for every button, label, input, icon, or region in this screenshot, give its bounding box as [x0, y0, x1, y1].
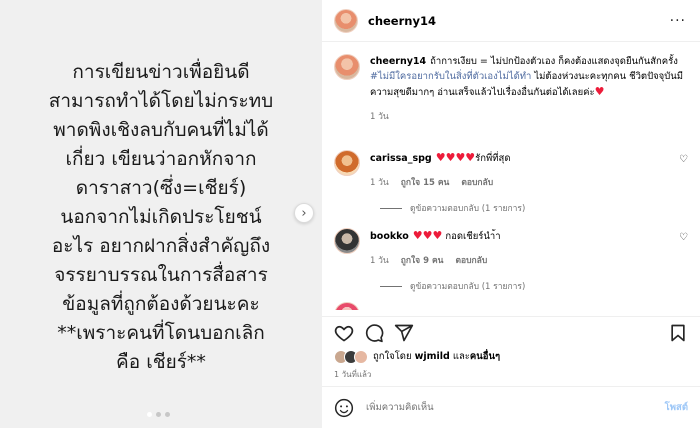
heart-outline-icon[interactable]: ♡: [679, 154, 688, 165]
post-panel: cheerny14 ··· cheerny14 ถ้าการเงียบ = ไม่…: [322, 0, 700, 428]
comments-list[interactable]: cheerny14 ถ้าการเงียบ = ไม่ปกป้องตัวเอง ก…: [322, 42, 700, 310]
heart-outline-icon[interactable]: ♡: [679, 232, 688, 243]
share-icon[interactable]: [394, 323, 414, 343]
heart-icon[interactable]: [334, 323, 354, 343]
next-slide-button[interactable]: ›: [294, 203, 314, 223]
caption-text: ถ้าการเงียบ = ไม่ปกป้องตัวเอง ก็คงต้องแส…: [430, 56, 678, 67]
view-replies-label: ดูข้อความตอบกลับ (1 รายการ): [410, 204, 526, 214]
post-date[interactable]: 1 วันที่แล้ว: [334, 368, 371, 381]
carousel-dot: [156, 412, 161, 417]
reply-button[interactable]: ตอบกลับ: [455, 254, 487, 269]
hashtag-link[interactable]: #ไม่มีใครอยากรับในสิ่งที่ตัวเองไม่ได้ทำ: [370, 71, 531, 82]
comment-username[interactable]: carissa_spg: [370, 153, 432, 164]
carousel-dot: [147, 412, 152, 417]
avatar[interactable]: [334, 150, 360, 176]
caption-username[interactable]: cheerny14: [370, 56, 426, 67]
likes-others[interactable]: คนอื่นๆ: [470, 351, 500, 362]
caption-time[interactable]: 1 วัน: [370, 110, 389, 125]
likes-mid: และ: [449, 351, 470, 362]
avatar[interactable]: [334, 8, 358, 33]
likes-prefix: ถูกใจโดย: [373, 351, 415, 362]
post-media: การเขียนข่าวเพื่อยินดี สามารถทำได้โดยไม่…: [0, 0, 322, 428]
emoji-icon[interactable]: [334, 398, 354, 418]
carousel-dots: [147, 412, 170, 417]
post-header: cheerny14 ···: [322, 0, 700, 42]
heart-emoji: ♥: [594, 85, 605, 98]
comment-composer: เพิ่มความคิดเห็น โพสต์: [322, 386, 700, 428]
post-button[interactable]: โพสต์: [665, 400, 688, 415]
avatar[interactable]: [334, 302, 360, 310]
comment-text: กอดเชียร์นำ้า: [445, 231, 501, 242]
heart-emojis: ♥♥♥♥: [435, 151, 476, 164]
view-replies[interactable]: ดูข้อความตอบกลับ (1 รายการ): [380, 279, 525, 293]
avatar[interactable]: [334, 228, 360, 254]
comment-item: carissa_spg ♥♥♥♥รักพี่ที่สุด 1 วัน ถูกใจ …: [334, 150, 688, 191]
caption: cheerny14 ถ้าการเงียบ = ไม่ปกป้องตัวเอง ก…: [334, 54, 688, 125]
comment-icon[interactable]: [364, 323, 384, 343]
reply-button[interactable]: ตอบกลับ: [461, 176, 493, 191]
likes-summary[interactable]: ถูกใจโดย wjmild และคนอื่นๆ: [334, 349, 500, 364]
avatar[interactable]: [334, 54, 360, 80]
view-replies[interactable]: ดูข้อความตอบกลับ (1 รายการ): [380, 201, 525, 215]
comment-likes[interactable]: ถูกใจ 9 คน: [401, 254, 444, 269]
view-replies-label: ดูข้อความตอบกลับ (1 รายการ): [410, 282, 526, 292]
comment-item-partial: [334, 302, 688, 310]
avatar: [354, 349, 368, 364]
divider: [380, 285, 402, 287]
comment-username[interactable]: bookko: [370, 231, 409, 242]
comment-likes[interactable]: ถูกใจ 15 คน: [401, 176, 450, 191]
comment-text: รักพี่ที่สุด: [475, 153, 511, 164]
bookmark-icon[interactable]: [668, 323, 688, 343]
comment-time[interactable]: 1 วัน: [370, 176, 389, 191]
heart-emojis: ♥♥♥: [412, 229, 443, 242]
comment-item: bookko ♥♥♥ กอดเชียร์นำ้า 1 วัน ถูกใจ 9 คน…: [334, 228, 688, 269]
chevron-right-icon: ›: [301, 205, 307, 221]
more-options-icon[interactable]: ···: [670, 13, 686, 29]
comment-time[interactable]: 1 วัน: [370, 254, 389, 269]
action-bar: [322, 316, 700, 344]
carousel-dot: [165, 412, 170, 417]
comment-input[interactable]: เพิ่มความคิดเห็น: [366, 400, 665, 415]
divider: [380, 207, 402, 209]
liker-username[interactable]: wjmild: [415, 351, 450, 362]
media-text: การเขียนข่าวเพื่อยินดี สามารถทำได้โดยไม่…: [48, 61, 274, 373]
header-username[interactable]: cheerny14: [368, 14, 436, 28]
